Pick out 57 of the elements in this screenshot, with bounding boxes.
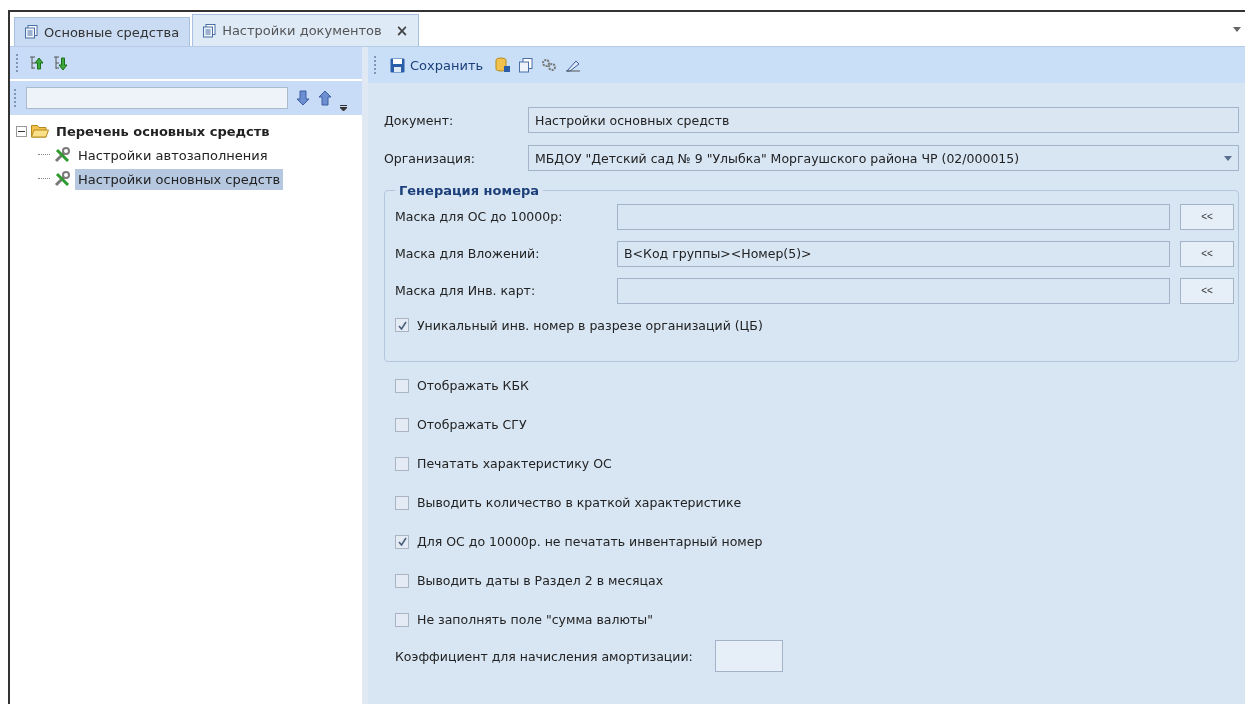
- dropdown-field[interactable]: МБДОУ "Детский сад № 9 "Улыбка" Моргаушского района ЧР (02/000015): [528, 145, 1239, 171]
- field-label: Маска для ОС до 10000р:: [395, 209, 564, 224]
- gears-icon[interactable]: [541, 58, 558, 72]
- insert-button[interactable]: <<: [1180, 203, 1234, 230]
- checkbox[interactable]: [395, 318, 409, 332]
- overflow-icon[interactable]: [340, 105, 347, 111]
- field-label: Маска для Вложений:: [395, 246, 541, 261]
- collapse-toggle[interactable]: [16, 125, 27, 137]
- tree-item[interactable]: Перечень основных средств: [53, 121, 273, 141]
- folder-icon: [31, 124, 49, 138]
- save-button[interactable]: Сохранить: [386, 57, 488, 73]
- arrow-down-icon[interactable]: [296, 90, 310, 106]
- checkbox[interactable]: [395, 495, 409, 510]
- text-field[interactable]: В<Код группы><Номер(5)>: [617, 240, 1170, 267]
- document-tab[interactable]: Настройки документов ×: [192, 14, 420, 46]
- checkbox-label: Для ОС до 10000р. не печатать инвентарный номер: [417, 534, 763, 549]
- move-up-icon[interactable]: [28, 55, 44, 71]
- pen-icon[interactable]: [565, 58, 582, 72]
- checkbox[interactable]: [395, 534, 409, 549]
- field-label: Организация:: [384, 150, 476, 166]
- text-field[interactable]: Настройки основных средств: [528, 107, 1239, 133]
- close-button[interactable]: ×: [395, 21, 409, 40]
- checkbox[interactable]: [395, 573, 409, 588]
- insert-button[interactable]: <<: [1180, 240, 1234, 267]
- copy-icon[interactable]: [519, 57, 534, 73]
- checkbox-label: Выводить даты в Раздел 2 в месяцах: [417, 573, 664, 588]
- field-label: Коэффициент для начисления амортизации:: [395, 648, 693, 664]
- field-label: Маска для Инв. карт:: [395, 283, 537, 298]
- tree-item[interactable]: Настройки автозаполнения: [75, 144, 271, 166]
- checkbox-label: Выводить количество в краткой характеристике: [417, 495, 742, 510]
- checkbox[interactable]: [395, 456, 409, 471]
- checkbox-label: Отображать СГУ: [417, 417, 527, 432]
- document-icon: [25, 25, 38, 39]
- search-field[interactable]: [26, 87, 288, 109]
- checkbox-label: Не заполнять поле "сумма валюты": [417, 612, 653, 627]
- checkbox[interactable]: [395, 612, 409, 627]
- document-icon: [203, 23, 217, 38]
- arrow-up-icon[interactable]: [318, 90, 332, 106]
- checkbox[interactable]: [395, 417, 409, 432]
- text-field[interactable]: [617, 203, 1170, 230]
- checkbox-label: Печатать характеристику ОС: [417, 456, 612, 471]
- number-field[interactable]: [714, 640, 783, 672]
- text-field[interactable]: [617, 277, 1170, 304]
- database-save-icon[interactable]: [495, 57, 512, 73]
- tree-item[interactable]: Настройки основных средств: [75, 168, 284, 190]
- move-down-icon[interactable]: [52, 55, 68, 71]
- checkbox-label: Уникальный инв. номер в разрезе организаций (ЦБ): [417, 317, 763, 333]
- field-label: Документ:: [384, 112, 455, 128]
- tools-icon: [54, 171, 71, 187]
- document-tab[interactable]: Основные средства: [14, 17, 191, 46]
- dropdown-arrow-icon[interactable]: [1233, 27, 1241, 32]
- dropdown-arrow-icon: [1224, 155, 1232, 161]
- insert-button[interactable]: <<: [1180, 277, 1234, 304]
- checkbox-label: Отображать КБК: [417, 378, 529, 393]
- tools-icon: [54, 147, 71, 163]
- checkbox[interactable]: [395, 378, 409, 393]
- group-title: Генерация номера: [398, 183, 541, 198]
